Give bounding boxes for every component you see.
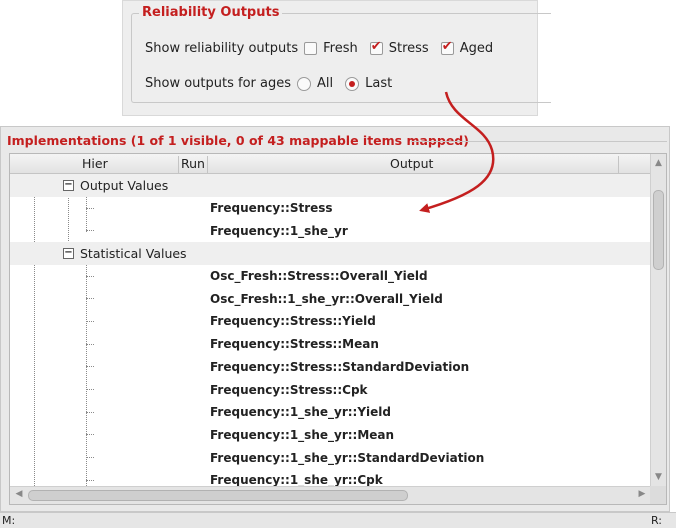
output-name: Frequency::Stress::Cpk (210, 382, 368, 397)
fresh-checkbox[interactable] (304, 42, 318, 55)
column-header-output[interactable]: Output (390, 156, 433, 171)
ages-last-label: Last (365, 76, 393, 91)
table-row[interactable]: Frequency::Stress::StandardDeviation (10, 356, 651, 379)
status-bar: M: R: (0, 512, 676, 528)
implementations-title: Implementations (1 of 1 visible, 0 of 43… (7, 133, 473, 148)
aged-option[interactable]: Aged (440, 39, 494, 56)
status-left: M: (2, 514, 16, 527)
table-header: Hier Run Output (10, 154, 651, 176)
group-name: Statistical Values (80, 245, 187, 261)
fresh-option[interactable]: Fresh (304, 41, 358, 56)
column-separator[interactable] (618, 156, 619, 176)
ages-last-option[interactable]: Last (345, 76, 392, 91)
table-row[interactable]: Frequency::Stress::Cpk (10, 378, 651, 401)
output-name: Frequency::1_she_yr::Yield (210, 405, 391, 420)
table-body: − Output Values Frequency::Stress Freque… (10, 174, 651, 492)
collapse-icon[interactable]: − (63, 247, 74, 259)
tree-branch (86, 411, 94, 413)
tree-branch (86, 298, 94, 300)
output-name: Frequency::1_she_yr::Mean (210, 427, 395, 442)
table-row[interactable]: Frequency::1_she_yr::Yield (10, 401, 651, 424)
implementations-table: Hier Run Output − Output Values Frequenc… (9, 153, 667, 505)
output-name: Frequency::1_she_yr (210, 223, 348, 238)
horizontal-scrollbar[interactable]: ◀ ▶ (10, 486, 651, 504)
screenshot: Reliability Outputs Show reliability out… (0, 0, 676, 528)
tree-branch (86, 479, 94, 481)
reliability-outputs-panel: Reliability Outputs Show reliability out… (122, 0, 551, 116)
vertical-scrollbar[interactable]: ▲ ▼ (650, 154, 666, 486)
reliability-outputs-title: Reliability Outputs (139, 5, 283, 20)
group-row-output-values[interactable]: − Output Values (10, 174, 651, 197)
tree-branch (86, 457, 94, 459)
output-name: Frequency::1_she_yr::StandardDeviation (210, 450, 485, 465)
ages-all-label: All (317, 76, 334, 91)
column-separator[interactable] (207, 156, 208, 176)
tree-branch (86, 320, 94, 322)
tree-branch (86, 275, 94, 277)
fresh-label: Fresh (323, 41, 358, 56)
group-name: Output Values (80, 177, 169, 193)
table-row[interactable]: Frequency::1_she_yr::StandardDeviation (10, 446, 651, 469)
scroll-left-icon[interactable]: ◀ (12, 489, 26, 499)
table-row[interactable]: Frequency::1_she_yr (10, 219, 651, 242)
tree-branch (86, 434, 94, 436)
show-outputs-row: Show reliability outputs Fresh Stress Ag… (145, 39, 505, 56)
status-right: R: (650, 514, 662, 527)
table-row[interactable]: Frequency::1_she_yr::Mean (10, 424, 651, 447)
scroll-right-icon[interactable]: ▶ (635, 489, 649, 499)
tree-branch (86, 230, 94, 232)
column-header-run[interactable]: Run (181, 156, 205, 171)
output-name: Osc_Fresh::1_she_yr::Overall_Yield (210, 291, 443, 306)
collapse-icon[interactable]: − (63, 179, 74, 191)
vertical-scroll-thumb[interactable] (653, 190, 664, 270)
show-ages-label: Show outputs for ages (145, 76, 291, 91)
output-name: Osc_Fresh::Stress::Overall_Yield (210, 269, 428, 284)
output-name: Frequency::Stress (210, 201, 333, 216)
ages-all-option[interactable]: All (297, 76, 333, 91)
tree-branch (86, 366, 94, 368)
table-row[interactable]: Frequency::Stress::Yield (10, 310, 651, 333)
horizontal-scroll-thumb[interactable] (28, 490, 408, 501)
scroll-up-icon[interactable]: ▲ (652, 156, 665, 170)
output-name: Frequency::Stress::Yield (210, 314, 376, 329)
group-row-statistical-values[interactable]: − Statistical Values (10, 242, 651, 265)
show-outputs-label: Show reliability outputs (145, 41, 299, 56)
tree-branch (86, 207, 94, 209)
aged-label: Aged (459, 41, 494, 56)
output-name: Frequency::Stress::Mean (210, 337, 379, 352)
output-name: Frequency::Stress::StandardDeviation (210, 359, 470, 374)
implementations-panel: Implementations (1 of 1 visible, 0 of 43… (0, 126, 670, 512)
scrollbar-corner (650, 486, 666, 504)
title-divider (411, 141, 667, 142)
tree-branch (86, 389, 94, 391)
stress-label: Stress (388, 41, 429, 56)
aged-checkbox[interactable] (440, 39, 454, 55)
column-separator[interactable] (178, 156, 179, 176)
ages-last-radio[interactable] (345, 76, 360, 91)
column-header-hier[interactable]: Hier (82, 156, 108, 171)
scroll-down-icon[interactable]: ▼ (652, 470, 665, 484)
ages-all-radio[interactable] (297, 76, 311, 91)
stress-checkbox[interactable] (369, 39, 383, 55)
tree-branch (86, 343, 94, 345)
stress-option[interactable]: Stress (369, 39, 429, 56)
table-row[interactable]: Osc_Fresh::1_she_yr::Overall_Yield (10, 287, 651, 310)
table-row[interactable]: Frequency::Stress::Mean (10, 333, 651, 356)
show-ages-row: Show outputs for ages All Last (145, 76, 404, 91)
table-row[interactable]: Osc_Fresh::Stress::Overall_Yield (10, 265, 651, 288)
table-row[interactable]: Frequency::Stress (10, 197, 651, 220)
